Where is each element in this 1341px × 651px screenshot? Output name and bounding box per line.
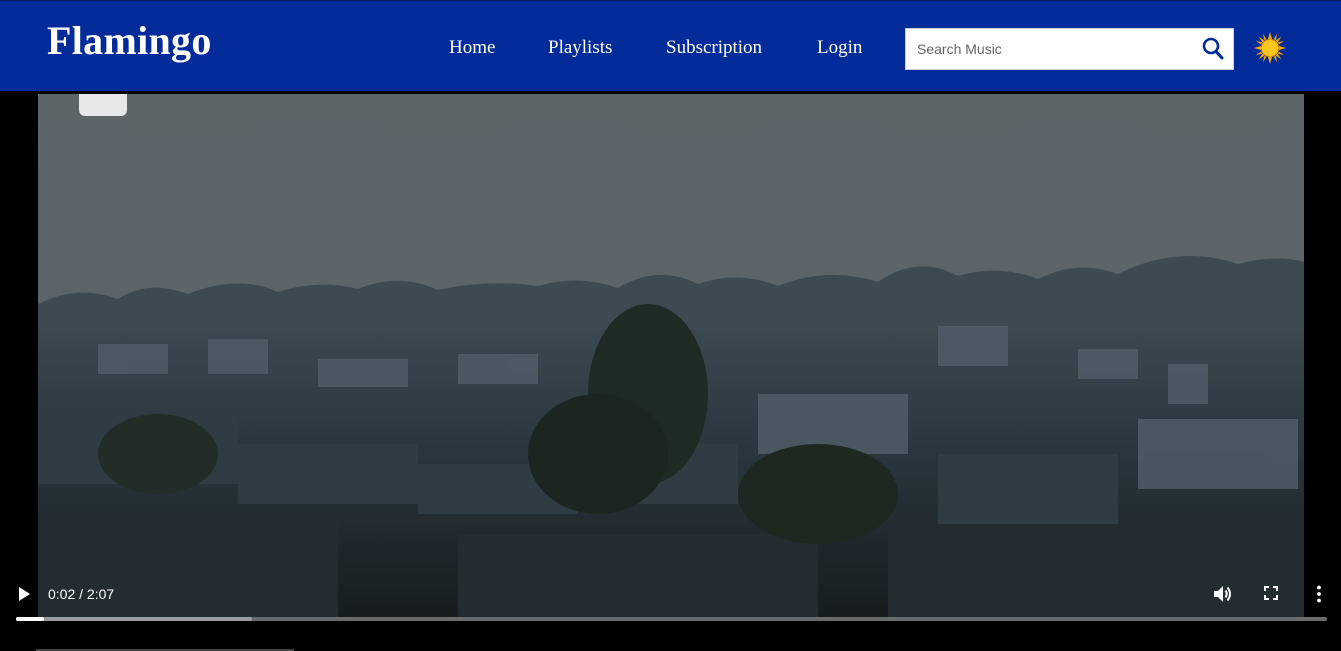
video-player[interactable]: 0:02 / 2:07 — [0, 91, 1341, 651]
fullscreen-icon — [1264, 586, 1278, 600]
volume-icon — [1214, 586, 1231, 602]
search-button[interactable] — [1201, 35, 1227, 63]
volume-button[interactable] — [1212, 584, 1234, 604]
play-icon — [19, 587, 30, 601]
channel-watermark-logo — [79, 94, 127, 116]
fullscreen-button[interactable] — [1263, 585, 1279, 601]
sun-icon — [1254, 32, 1286, 64]
play-button[interactable] — [16, 586, 32, 602]
time-display: 0:02 / 2:07 — [48, 586, 115, 602]
nav-login-link[interactable]: Login — [817, 37, 862, 59]
search-input[interactable] — [906, 29, 1196, 69]
nav-home-link[interactable]: Home — [449, 37, 495, 59]
nav-playlists-link[interactable]: Playlists — [548, 37, 612, 59]
brand-logo[interactable]: Flamingo — [47, 17, 212, 64]
video-controls: 0:02 / 2:07 — [0, 572, 1341, 622]
video-scene-image — [38, 94, 1304, 618]
progress-bar[interactable] — [16, 617, 1327, 621]
more-options-icon — [1317, 585, 1321, 603]
search-icon — [1202, 37, 1224, 60]
progress-played — [16, 617, 44, 621]
nav-subscription-link[interactable]: Subscription — [666, 37, 762, 59]
video-frame[interactable] — [38, 94, 1304, 618]
progress-buffered — [16, 617, 252, 621]
theme-toggle-button[interactable] — [1253, 31, 1287, 65]
navbar: Flamingo Home Playlists Subscription Log… — [0, 0, 1341, 91]
search-box — [905, 28, 1234, 70]
more-options-button[interactable] — [1313, 584, 1325, 604]
